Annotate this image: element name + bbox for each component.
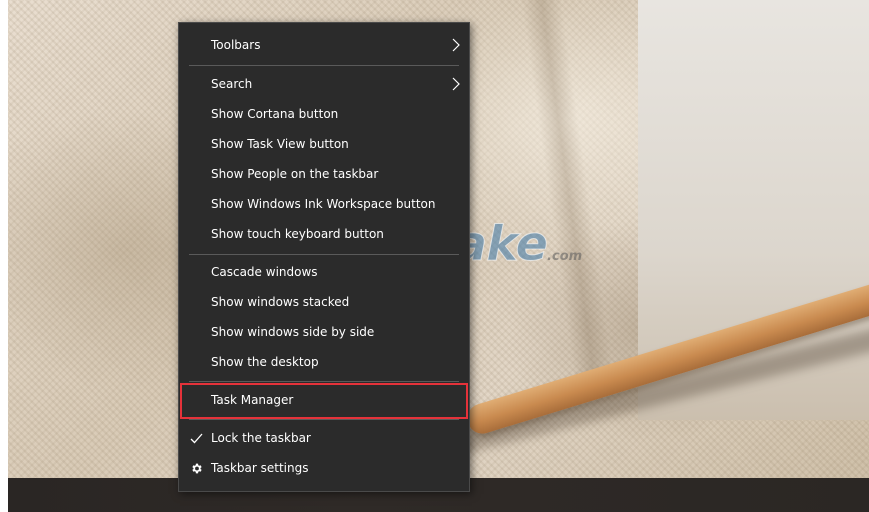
- menu-separator: [189, 419, 459, 420]
- menu-item-label: Show Cortana button: [211, 107, 339, 121]
- menu-item-search[interactable]: Search: [179, 69, 469, 99]
- menu-item-label: Show People on the taskbar: [211, 167, 379, 181]
- menu-item-show-windows-side-by-side[interactable]: Show windows side by side: [179, 317, 469, 347]
- menu-item-lock-the-taskbar[interactable]: Lock the taskbar: [179, 423, 469, 453]
- menu-item-label: Show Task View button: [211, 137, 349, 151]
- chevron-right-icon: [451, 76, 461, 92]
- menu-item-show-task-view-button[interactable]: Show Task View button: [179, 129, 469, 159]
- checkmark-icon: [188, 430, 204, 446]
- menu-item-label: Show the desktop: [211, 355, 319, 369]
- menu-item-show-the-desktop[interactable]: Show the desktop: [179, 347, 469, 377]
- menu-item-show-ink-workspace[interactable]: Show Windows Ink Workspace button: [179, 189, 469, 219]
- menu-item-label: Cascade windows: [211, 265, 318, 279]
- menu-item-label: Show touch keyboard button: [211, 227, 384, 241]
- gear-icon: [188, 460, 204, 476]
- menu-item-label: Show Windows Ink Workspace button: [211, 197, 436, 211]
- menu-item-show-touch-keyboard[interactable]: Show touch keyboard button: [179, 219, 469, 249]
- menu-item-show-cortana-button[interactable]: Show Cortana button: [179, 99, 469, 129]
- menu-item-toolbars[interactable]: Toolbars: [179, 30, 469, 60]
- menu-item-label: Lock the taskbar: [211, 431, 311, 445]
- chevron-right-icon: [451, 37, 461, 53]
- menu-item-cascade-windows[interactable]: Cascade windows: [179, 257, 469, 287]
- menu-item-taskbar-settings[interactable]: Taskbar settings: [179, 453, 469, 483]
- menu-item-label: Toolbars: [211, 38, 261, 52]
- menu-item-task-manager[interactable]: Task Manager: [179, 385, 469, 415]
- menu-item-show-windows-stacked[interactable]: Show windows stacked: [179, 287, 469, 317]
- wallpaper-cloth-fold: [521, 0, 615, 380]
- menu-separator: [189, 254, 459, 255]
- menu-item-label: Task Manager: [211, 393, 294, 407]
- menu-item-show-people[interactable]: Show People on the taskbar: [179, 159, 469, 189]
- menu-item-label: Search: [211, 77, 253, 91]
- taskbar-context-menu: Toolbars Search Show Cortana button Show…: [178, 22, 470, 492]
- menu-item-label: Show windows stacked: [211, 295, 350, 309]
- menu-item-label: Show windows side by side: [211, 325, 375, 339]
- menu-separator: [189, 65, 459, 66]
- menu-separator: [189, 381, 459, 382]
- menu-item-label: Taskbar settings: [211, 461, 309, 475]
